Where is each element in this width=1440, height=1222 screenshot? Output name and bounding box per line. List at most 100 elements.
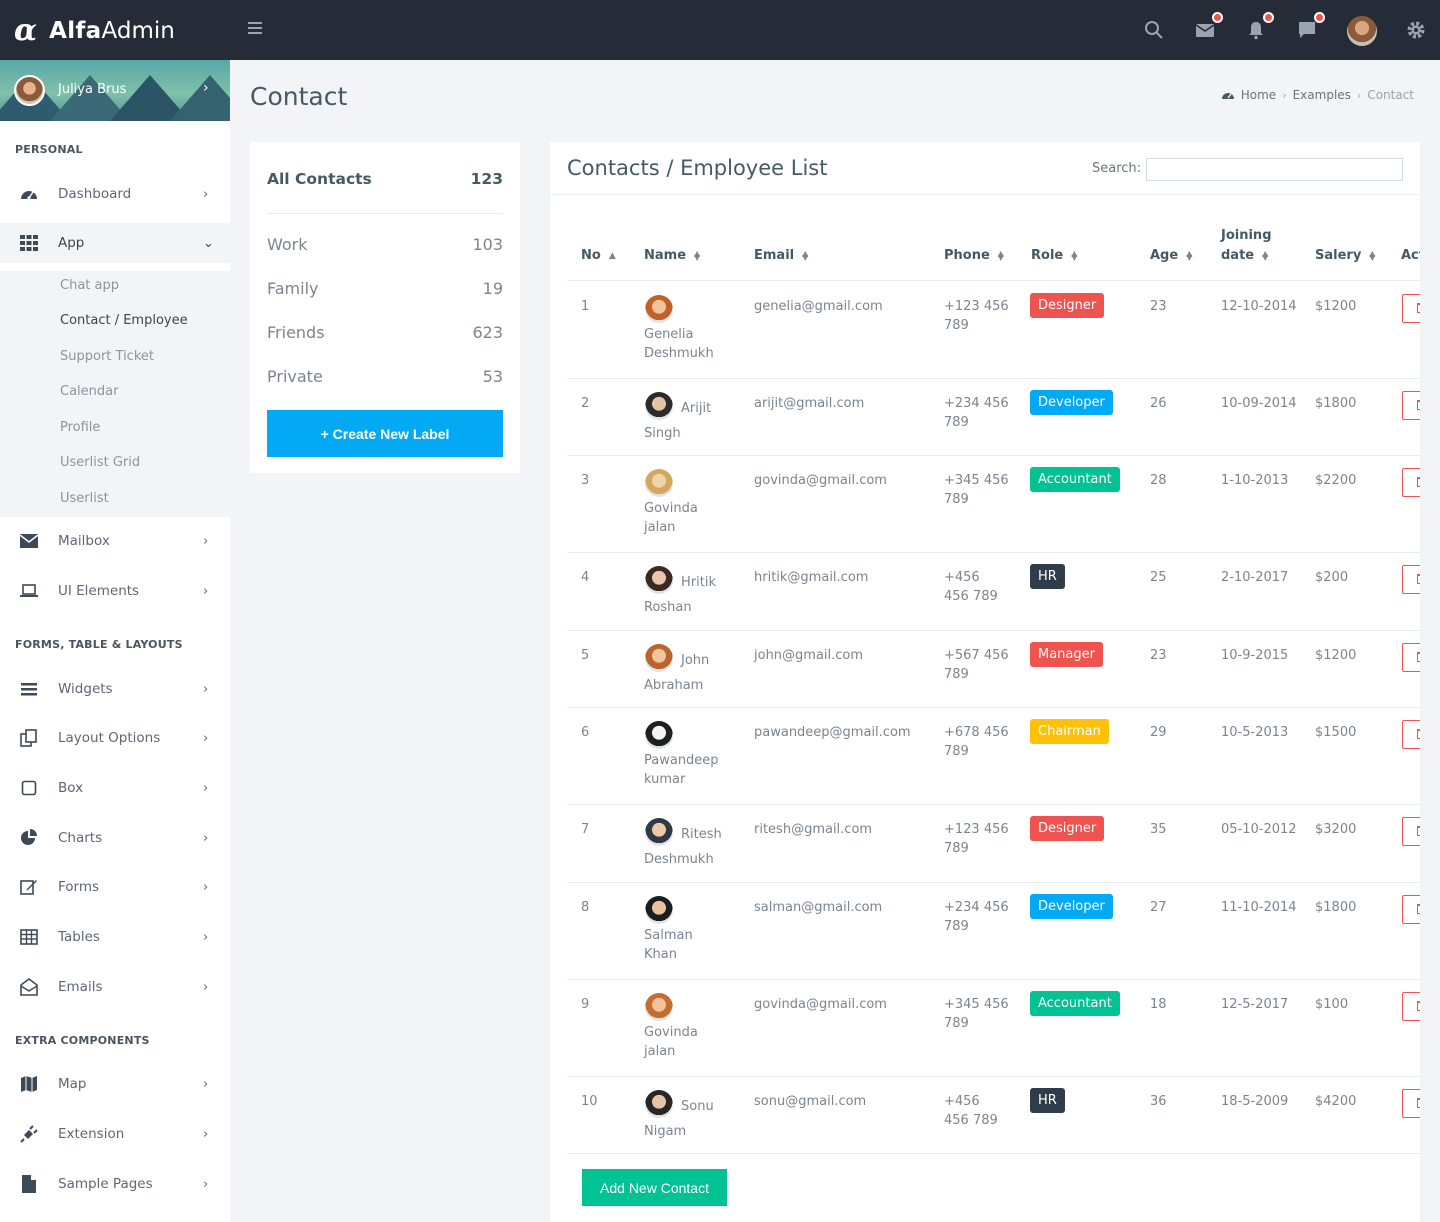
sidebar-item-tables[interactable]: Tables › bbox=[0, 917, 230, 957]
contact-avatar[interactable] bbox=[645, 392, 673, 420]
avatar[interactable] bbox=[1347, 16, 1377, 46]
sidebar-item-forms[interactable]: Forms › bbox=[0, 867, 230, 907]
cell-email[interactable]: arijit@gmail.com bbox=[754, 394, 864, 413]
cell-email[interactable]: ritesh@gmail.com bbox=[754, 820, 872, 839]
breadcrumb-home[interactable]: Home bbox=[1241, 88, 1276, 102]
cell-email[interactable]: govinda@gmail.com bbox=[754, 995, 887, 1014]
contact-name-first[interactable]: Pawandeep bbox=[644, 751, 719, 770]
delete-button[interactable] bbox=[1402, 720, 1420, 749]
contact-name-second[interactable]: kumar bbox=[644, 770, 685, 789]
label-all-contacts[interactable]: All Contacts 123 bbox=[267, 170, 503, 188]
search-icon[interactable] bbox=[1143, 19, 1165, 41]
contact-avatar[interactable] bbox=[645, 566, 673, 594]
delete-button[interactable] bbox=[1402, 895, 1420, 924]
contact-avatar[interactable] bbox=[645, 295, 673, 323]
user-profile-banner[interactable]: Juliya Brus › bbox=[0, 60, 230, 121]
chat-icon[interactable] bbox=[1296, 12, 1325, 41]
contact-avatar[interactable] bbox=[645, 469, 673, 497]
column-header-joining-date[interactable]: Joining date ▲ ▼ bbox=[1221, 226, 1272, 266]
contact-avatar[interactable] bbox=[645, 721, 673, 749]
cell-email[interactable]: pawandeep@gmail.com bbox=[754, 723, 911, 742]
delete-button[interactable] bbox=[1402, 468, 1420, 497]
submenu-item-support-ticket[interactable]: Support Ticket bbox=[60, 349, 154, 364]
sidebar-item-widgets[interactable]: Widgets › bbox=[0, 669, 230, 709]
divider bbox=[267, 213, 503, 214]
sidebar-item-extension[interactable]: Extension › bbox=[0, 1114, 230, 1154]
create-new-label-button[interactable]: + Create New Label bbox=[267, 410, 503, 457]
column-header-email[interactable]: Email ▲ ▼ bbox=[754, 246, 808, 266]
sidebar-item-emails[interactable]: Emails › bbox=[0, 967, 230, 1007]
contact-name-second[interactable]: jalan bbox=[644, 1042, 675, 1061]
contact-name-first[interactable]: Salman bbox=[644, 926, 693, 945]
contact-name-first[interactable]: John bbox=[681, 651, 709, 670]
breadcrumb-examples[interactable]: Examples bbox=[1293, 88, 1351, 102]
contact-name-first[interactable]: Ritesh bbox=[681, 825, 722, 844]
contact-name-second[interactable]: jalan bbox=[644, 518, 675, 537]
column-header-role[interactable]: Role ▲ ▼ bbox=[1031, 246, 1077, 266]
label-family[interactable]: Family 19 bbox=[267, 279, 503, 298]
contact-name-second[interactable]: Khan bbox=[644, 945, 677, 964]
contact-avatar[interactable] bbox=[645, 644, 673, 672]
submenu-item-contact-employee[interactable]: Contact / Employee bbox=[60, 313, 188, 328]
cell-email[interactable]: salman@gmail.com bbox=[754, 898, 882, 917]
column-header-name[interactable]: Name ▲ ▼ bbox=[644, 246, 700, 266]
brand-logo[interactable]: α Alfa Admin bbox=[14, 14, 175, 48]
mail-icon[interactable] bbox=[1194, 12, 1223, 41]
submenu-item-profile[interactable]: Profile bbox=[60, 420, 100, 435]
menu-icon[interactable] bbox=[248, 22, 262, 36]
sidebar-item-app[interactable]: App ⌄ bbox=[0, 223, 230, 263]
cell-email[interactable]: sonu@gmail.com bbox=[754, 1092, 866, 1111]
label-work[interactable]: Work 103 bbox=[267, 235, 503, 254]
contact-avatar[interactable] bbox=[645, 896, 673, 924]
gear-icon[interactable] bbox=[1405, 19, 1427, 41]
contact-avatar[interactable] bbox=[645, 993, 673, 1021]
delete-button[interactable] bbox=[1402, 1089, 1420, 1118]
sidebar-item-dashboard[interactable]: Dashboard › bbox=[0, 174, 230, 214]
cell-email[interactable]: john@gmail.com bbox=[754, 646, 863, 665]
submenu-item-userlist[interactable]: Userlist bbox=[60, 491, 109, 506]
column-header-phone[interactable]: Phone ▲ ▼ bbox=[944, 246, 1004, 266]
contact-avatar[interactable] bbox=[645, 818, 673, 846]
sidebar-item-box[interactable]: Box › bbox=[0, 768, 230, 808]
sidebar-item-mailbox[interactable]: Mailbox › bbox=[0, 521, 230, 561]
sidebar-item-charts[interactable]: Charts › bbox=[0, 818, 230, 858]
cell-email[interactable]: genelia@gmail.com bbox=[754, 297, 883, 316]
cell-joining-date: 10-9-2015 bbox=[1221, 648, 1289, 663]
add-new-contact-button[interactable]: Add New Contact bbox=[582, 1169, 727, 1206]
delete-button[interactable] bbox=[1402, 643, 1420, 672]
cell-email[interactable]: govinda@gmail.com bbox=[754, 471, 887, 490]
contact-name-second[interactable]: Abraham bbox=[644, 676, 703, 695]
bell-icon[interactable] bbox=[1245, 12, 1274, 41]
contact-name-first[interactable]: Sonu bbox=[681, 1097, 714, 1116]
column-header-no[interactable]: No ▲ bbox=[581, 246, 616, 266]
submenu-item-userlist-grid[interactable]: Userlist Grid bbox=[60, 455, 140, 470]
contact-name-second[interactable]: Singh bbox=[644, 424, 681, 443]
submenu-item-calendar[interactable]: Calendar bbox=[60, 384, 118, 399]
sidebar-item-ui-elements[interactable]: UI Elements › bbox=[0, 571, 230, 611]
contact-name-second[interactable]: Roshan bbox=[644, 598, 692, 617]
sidebar-item-layout-options[interactable]: Layout Options › bbox=[0, 718, 230, 758]
delete-button[interactable] bbox=[1402, 817, 1420, 846]
submenu-item-chat-app[interactable]: Chat app bbox=[60, 278, 119, 293]
column-header-age[interactable]: Age ▲ ▼ bbox=[1150, 246, 1192, 266]
sidebar-item-sample-pages[interactable]: Sample Pages › bbox=[0, 1164, 230, 1204]
cell-email[interactable]: hritik@gmail.com bbox=[754, 568, 868, 587]
delete-button[interactable] bbox=[1402, 992, 1420, 1021]
delete-button[interactable] bbox=[1402, 565, 1420, 594]
contact-name-first[interactable]: Govinda bbox=[644, 499, 698, 518]
search-input[interactable] bbox=[1146, 158, 1403, 181]
contact-avatar[interactable] bbox=[645, 1090, 673, 1118]
delete-button[interactable] bbox=[1402, 391, 1420, 420]
contact-name-first[interactable]: Govinda bbox=[644, 1023, 698, 1042]
contact-name-second[interactable]: Deshmukh bbox=[644, 850, 714, 869]
label-friends[interactable]: Friends 623 bbox=[267, 323, 503, 342]
contact-name-first[interactable]: Genelia bbox=[644, 325, 694, 344]
label-private[interactable]: Private 53 bbox=[267, 367, 503, 386]
sidebar-item-map[interactable]: Map › bbox=[0, 1064, 230, 1104]
column-header-salary[interactable]: Salery ▲ ▼ bbox=[1315, 246, 1375, 266]
contact-name-first[interactable]: Arijit bbox=[681, 399, 711, 418]
contact-name-second[interactable]: Deshmukh bbox=[644, 344, 714, 363]
delete-button[interactable] bbox=[1402, 294, 1420, 323]
contact-name-second[interactable]: Nigam bbox=[644, 1122, 686, 1141]
contact-name-first[interactable]: Hritik bbox=[681, 573, 716, 592]
